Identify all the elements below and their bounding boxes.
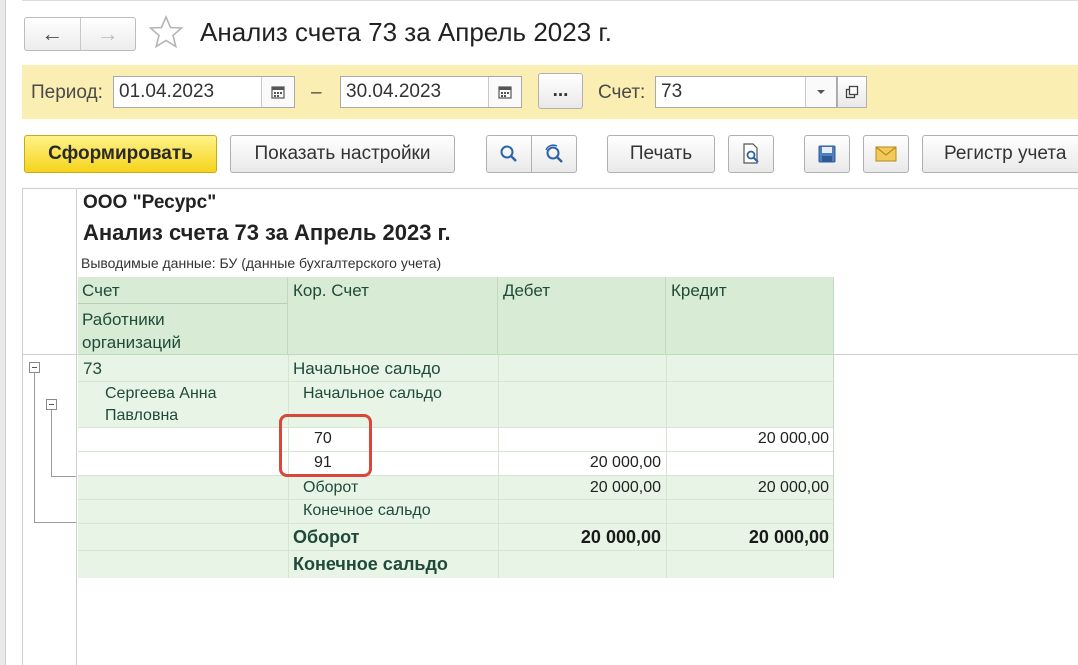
header-account: Счет (78, 277, 288, 304)
tree-line (34, 373, 35, 522)
account-value: 73 (661, 81, 683, 102)
table-row[interactable] (78, 355, 834, 382)
period-from-field[interactable]: 01.04.2023 (113, 76, 295, 108)
row-credit-total: 20 000,00 (748, 527, 829, 547)
account-label: Счет: (598, 82, 646, 103)
header-debit: Дебет (498, 277, 666, 355)
arrow-left-icon: ← (41, 21, 64, 46)
calendar-icon (271, 86, 285, 99)
header-employees-line1: Работники (82, 310, 165, 329)
row-debit-total: 20 000,00 (580, 527, 661, 547)
table-row[interactable] (78, 500, 834, 524)
row-corr: Конечное сальдо (303, 502, 431, 519)
collapse-toggle-employee[interactable] (46, 399, 57, 410)
column-divider (498, 355, 499, 578)
print-button[interactable]: Печать (607, 135, 715, 173)
top-separator (22, 0, 1078, 1)
row-corr-total: Оборот (293, 527, 360, 547)
row-employee-line2: Павловна (105, 407, 179, 424)
row-account: 73 (83, 359, 102, 378)
period-from-value: 01.04.2023 (119, 81, 215, 102)
left-panel-edge (0, 0, 6, 665)
show-settings-button[interactable]: Показать настройки (230, 135, 455, 173)
period-label: Период: (31, 82, 103, 103)
save-button[interactable] (804, 135, 850, 173)
save-icon (818, 145, 836, 163)
header-credit: Кредит (666, 277, 834, 355)
tree-line (51, 410, 52, 476)
report-top-border (22, 188, 1078, 189)
row-employee-line1: Сергеева Анна (105, 385, 217, 402)
header-corr-account: Кор. Счет (288, 277, 498, 355)
row-corr: Оборот (303, 479, 359, 496)
column-divider (833, 277, 834, 578)
chevron-down-icon (817, 90, 825, 94)
period-to-value: 30.04.2023 (346, 81, 442, 102)
column-divider (666, 355, 667, 578)
calendar-button-from[interactable] (261, 77, 294, 107)
account-dropdown-button[interactable] (805, 77, 836, 107)
tree-column-divider (76, 188, 77, 665)
open-link-icon (845, 85, 859, 99)
send-email-button[interactable] (863, 135, 909, 173)
period-to-field[interactable]: 30.04.2023 (340, 76, 522, 108)
row-debit: 20 000,00 (589, 479, 661, 496)
calendar-button-to[interactable] (488, 77, 521, 107)
open-account-button[interactable] (837, 76, 867, 108)
tree-line (34, 522, 76, 523)
choose-period-button[interactable]: ... (538, 73, 583, 109)
forward-button[interactable]: → (81, 18, 136, 50)
report-subtitle: Выводимые данные: БУ (данные бухгалтерск… (81, 255, 442, 271)
search-next-icon (545, 144, 563, 163)
envelope-icon (875, 146, 897, 162)
favorite-star-icon[interactable] (148, 14, 184, 50)
row-debit: 20 000,00 (589, 454, 661, 471)
account-select[interactable]: 73 (655, 76, 837, 108)
generate-button[interactable]: Сформировать (24, 135, 217, 173)
tree-line (51, 476, 76, 477)
nav-buttons: ← → (24, 17, 136, 51)
collapse-toggle-account[interactable] (29, 362, 40, 373)
highlight-annotation (279, 414, 372, 477)
row-corr-total: Конечное сальдо (293, 554, 448, 574)
table-row[interactable] (78, 551, 834, 578)
print-preview-icon (743, 143, 759, 164)
print-preview-button[interactable] (728, 135, 774, 173)
table-row[interactable] (78, 452, 834, 476)
organization-name: ООО "Ресурс" (83, 192, 217, 213)
window-title: Анализ счета 73 за Апрель 2023 г. (200, 17, 612, 47)
search-icon (500, 145, 517, 162)
period-dash: – (311, 82, 322, 103)
calendar-icon (498, 86, 512, 99)
row-credit: 20 000,00 (757, 430, 829, 447)
row-credit: 20 000,00 (757, 479, 829, 496)
header-employees: Работники организаций (78, 304, 288, 355)
header-employees-line2: организаций (82, 333, 182, 352)
row-corr: Начальное сальдо (303, 385, 442, 402)
find-next-button[interactable] (531, 135, 577, 173)
report-left-border (22, 188, 23, 665)
report-title: Анализ счета 73 за Апрель 2023 г. (83, 220, 451, 245)
arrow-right-icon: → (96, 21, 119, 46)
register-button[interactable]: Регистр учета (922, 135, 1078, 173)
back-button[interactable]: ← (25, 18, 81, 50)
find-button[interactable] (486, 135, 532, 173)
row-corr: Начальное сальдо (293, 359, 441, 378)
